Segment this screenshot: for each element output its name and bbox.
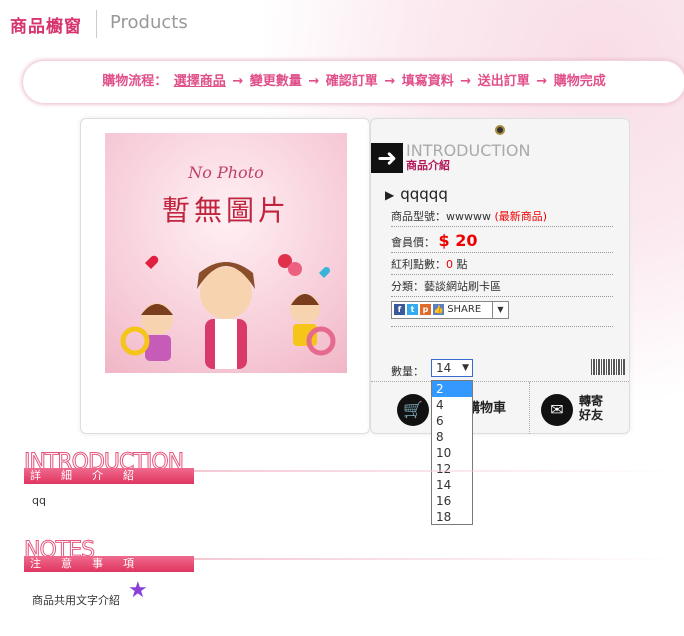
forward-label-line2: 好友 <box>579 408 604 422</box>
shopping-flow: 購物流程： 選擇商品 → 變更數量 → 確認訂單 → 填寫資料 → 送出訂單 →… <box>22 60 684 104</box>
page-header: 商品櫥窗 Products <box>0 0 684 44</box>
quantity-option[interactable]: 18 <box>432 509 472 525</box>
forward-friend-button[interactable]: 轉寄 好友 <box>579 394 603 422</box>
arrow-right-icon: ➜ <box>371 143 403 173</box>
share-label: SHARE <box>447 304 482 315</box>
like-icon[interactable]: 👍 <box>433 304 444 315</box>
section-divider <box>194 558 674 560</box>
triangle-icon: ▶ <box>385 188 395 202</box>
share-button[interactable]: f t p 👍 SHARE ▼ <box>391 301 509 319</box>
points-row: 紅利點數：0 點 <box>391 255 613 275</box>
action-row: 🛒 購物車 ✉ 轉寄 好友 <box>371 381 629 434</box>
mail-icon[interactable]: ✉ <box>541 394 573 426</box>
page-subtitle: Products <box>110 12 188 33</box>
flow-step-submit: 送出訂單 <box>477 74 530 89</box>
notes-section-header: NOTES 注意事項 <box>23 538 674 574</box>
twitter-icon[interactable]: t <box>407 304 418 315</box>
section-divider <box>194 470 674 472</box>
cartoon-family-illustration <box>120 254 336 369</box>
flow-step-select[interactable]: 選擇商品 <box>174 74 226 89</box>
category-row: 分類：藝談網站刷卡區 <box>391 277 613 297</box>
cart-icon[interactable]: 🛒 <box>397 394 429 426</box>
points-unit: 點 <box>456 258 468 271</box>
price-label: 會員價： <box>391 236 435 249</box>
forward-label-line1: 轉寄 <box>579 394 604 408</box>
detail-section-header: INTRODUCTION 詳細介紹 <box>23 450 674 486</box>
arrow-icon: → <box>384 74 396 89</box>
notes-body: 商品共用文字介紹 <box>32 594 120 607</box>
title-divider <box>96 10 97 38</box>
product-image[interactable]: No Photo 暫無圖片 <box>105 133 347 373</box>
action-divider <box>529 382 530 434</box>
facebook-icon[interactable]: f <box>394 304 405 315</box>
flow-step-fill: 填寫資料 <box>401 74 454 89</box>
product-info-card: ➜ INTRODUCTION 商品介紹 ▶ qqqqq 商品型號：wwwww (最… <box>370 118 630 434</box>
detail-heading-cn: 詳細介紹 <box>24 468 194 484</box>
share-dropdown-icon[interactable]: ▼ <box>492 302 508 318</box>
page-title: 商品櫥窗 <box>10 17 82 37</box>
detail-body: qq <box>32 494 46 507</box>
category-value: 藝談網站刷卡區 <box>424 280 501 293</box>
quantity-option[interactable]: 16 <box>432 493 472 509</box>
arrow-icon: → <box>460 74 472 89</box>
flow-step-quantity: 變更數量 <box>249 74 302 89</box>
arrow-icon: → <box>232 74 244 89</box>
product-name: ▶ qqqqq <box>385 185 448 203</box>
intro-heading-cn: 商品介紹 <box>406 159 450 172</box>
product-photo-card: No Photo 暫無圖片 <box>80 118 370 434</box>
new-product-tag: (最新商品) <box>494 210 548 223</box>
quantity-option[interactable]: 4 <box>432 397 472 413</box>
flow-label: 購物流程： <box>102 74 168 89</box>
quantity-option[interactable]: 8 <box>432 429 472 445</box>
arrow-icon: → <box>536 74 548 89</box>
points-value: 0 <box>446 258 453 271</box>
quantity-value: 14 <box>436 361 452 375</box>
share-row: f t p 👍 SHARE ▼ <box>391 301 613 327</box>
quantity-option[interactable]: 2 <box>432 381 472 397</box>
flow-step-confirm: 確認訂單 <box>325 74 378 89</box>
product-name-text: qqqqq <box>400 185 448 203</box>
notes-heading-cn: 注意事項 <box>24 556 194 572</box>
arrow-icon: → <box>308 74 320 89</box>
model-value: wwwww <box>446 210 491 223</box>
pin-icon <box>495 125 505 135</box>
barcode-icon <box>591 359 625 375</box>
star-icon: ★ <box>128 578 148 603</box>
price-value: $ 20 <box>438 231 478 250</box>
flow-step-done: 購物完成 <box>553 74 606 89</box>
plurk-icon[interactable]: p <box>420 304 431 315</box>
price-row: 會員價： $ 20 <box>391 229 613 253</box>
quantity-label: 數量： <box>391 365 424 378</box>
category-label: 分類： <box>391 280 424 293</box>
model-row: 商品型號：wwwww (最新商品) <box>391 207 613 227</box>
quantity-select[interactable]: 14 ▼ <box>431 359 473 377</box>
quantity-option[interactable]: 6 <box>432 413 472 429</box>
points-label: 紅利點數： <box>391 258 446 271</box>
chevron-down-icon: ▼ <box>462 363 469 373</box>
model-label: 商品型號： <box>391 210 446 223</box>
